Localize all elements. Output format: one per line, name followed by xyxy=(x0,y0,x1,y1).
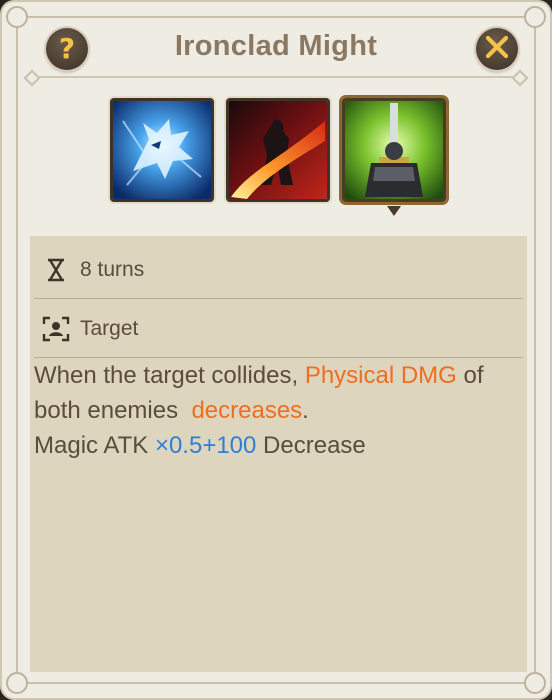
description-text: When the target collides, xyxy=(34,362,305,389)
target-person-icon xyxy=(38,316,74,342)
frame-corner-ornament xyxy=(524,672,546,694)
skill-info-popup: ? Ironclad Might 8 turns Target When the… xyxy=(0,0,552,700)
armored-knight-sword-skill-icon[interactable] xyxy=(342,98,446,202)
popup-title: Ironclad Might xyxy=(174,30,378,62)
target-row: Target xyxy=(30,313,527,345)
title-divider xyxy=(32,76,520,78)
description-text: . xyxy=(302,397,309,424)
description-text: both enemies xyxy=(34,397,192,424)
description-value: ×0.5+100 xyxy=(154,432,257,459)
target-label: Target xyxy=(80,317,139,340)
description-highlight: Physical DMG xyxy=(304,362,457,389)
duration-value: 8 turns xyxy=(80,258,145,281)
selected-skill-indicator xyxy=(387,206,401,216)
frame-corner-ornament xyxy=(6,672,28,694)
fire-strike-skill-icon[interactable] xyxy=(226,98,330,202)
description-line: Magic ATK ×0.5+100 Decrease xyxy=(34,428,523,463)
frame-corner-ornament xyxy=(524,6,546,28)
description-line: When the target collides, Physical DMG o… xyxy=(34,358,523,393)
divider xyxy=(34,298,523,299)
skill-info-box: 8 turns Target When the target collides,… xyxy=(30,236,527,672)
description-line: both enemies decreases. xyxy=(34,393,523,428)
duration-row: 8 turns xyxy=(30,254,527,286)
description-highlight: decreases xyxy=(191,397,303,424)
frame-corner-ornament xyxy=(6,6,28,28)
frost-wolf-skill-icon[interactable] xyxy=(110,98,214,202)
description-text: Decrease xyxy=(256,432,366,459)
close-icon xyxy=(484,34,510,64)
description-text: of xyxy=(456,362,484,389)
close-button[interactable] xyxy=(476,28,518,70)
description-text: Magic ATK xyxy=(34,432,155,459)
skill-description: When the target collides, Physical DMG o… xyxy=(34,358,523,463)
hourglass-icon xyxy=(38,257,74,283)
